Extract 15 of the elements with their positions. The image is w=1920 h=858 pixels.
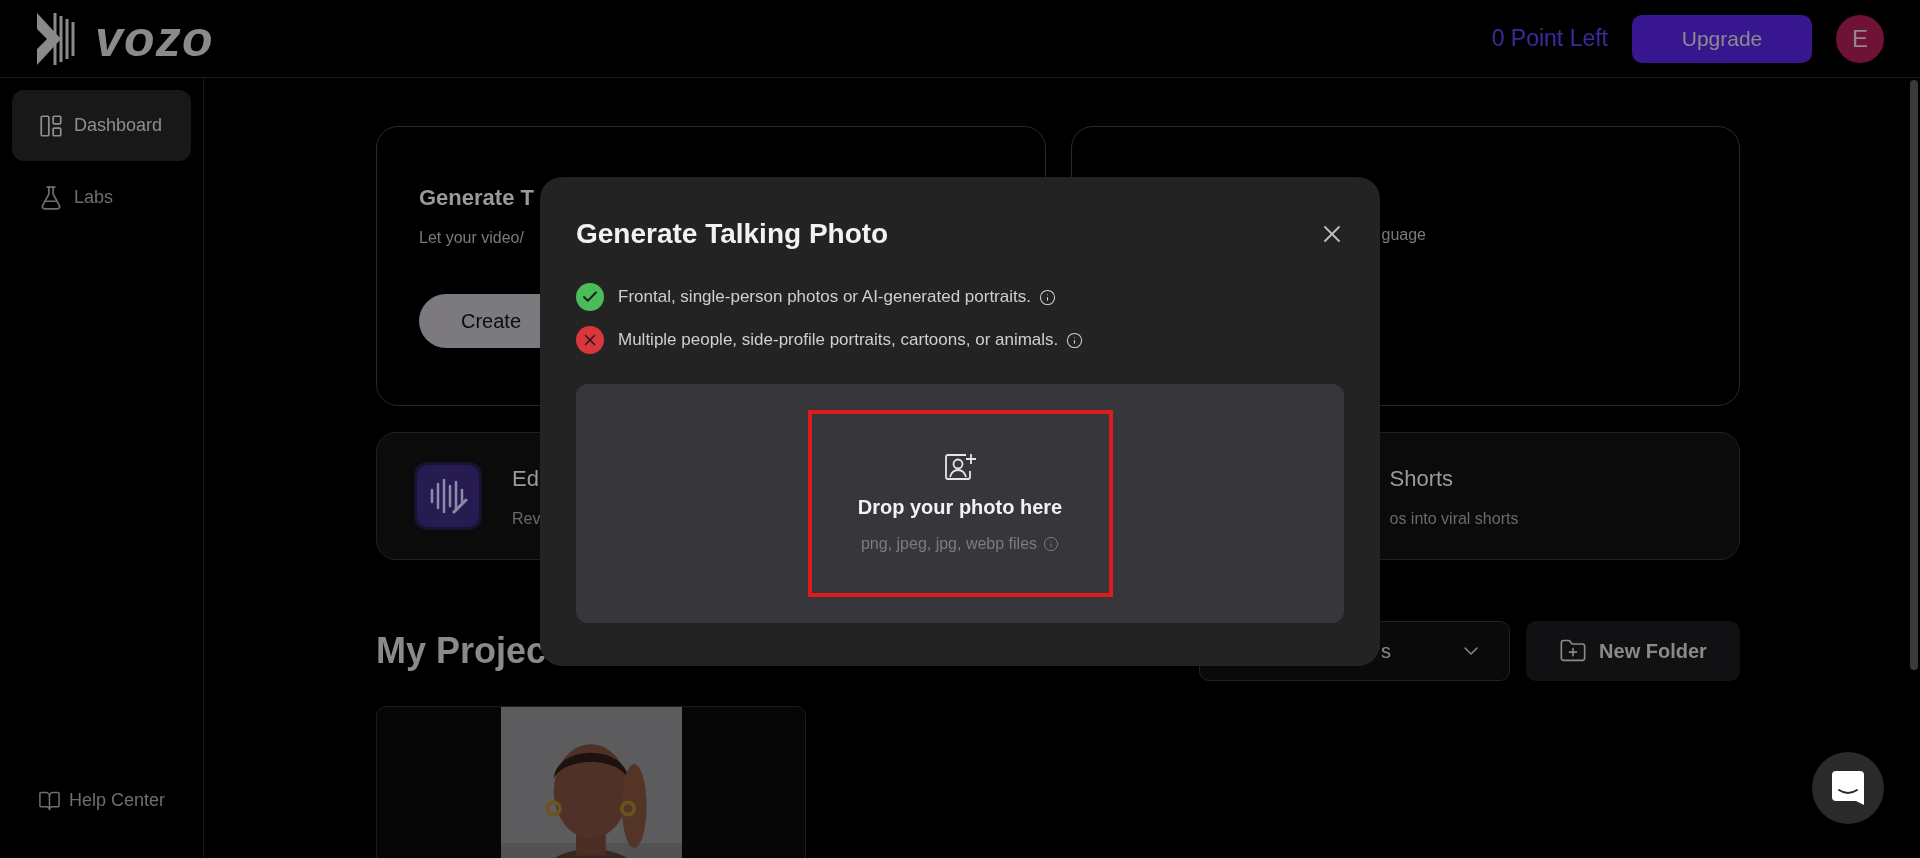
points-left: 0 Point Left bbox=[1491, 24, 1608, 54]
card-title: Generate T bbox=[419, 184, 534, 212]
section-title: My Projec bbox=[376, 629, 547, 673]
card-title: Shorts bbox=[1389, 464, 1455, 493]
dropzone-title: Drop your photo here bbox=[857, 494, 1063, 520]
card-subtitle: Rev bbox=[512, 508, 541, 529]
rule-text: Frontal, single-person photos or AI-generated portraits. bbox=[618, 286, 1031, 309]
card-subtitle: Let your video/ bbox=[419, 228, 524, 248]
logo-text: vozo bbox=[95, 13, 214, 64]
rule-text: Multiple people, side-profile portraits, cartoons, or animals. bbox=[618, 329, 1059, 352]
dropzone-hint: png, jpeg, jpg, webp files bbox=[860, 533, 1038, 554]
card-title: Ed bbox=[512, 464, 540, 493]
card-subtitle: guage bbox=[1381, 225, 1427, 245]
modal-title: Generate Talking Photo bbox=[576, 217, 889, 251]
card-subtitle: os into viral shorts bbox=[1389, 508, 1520, 529]
